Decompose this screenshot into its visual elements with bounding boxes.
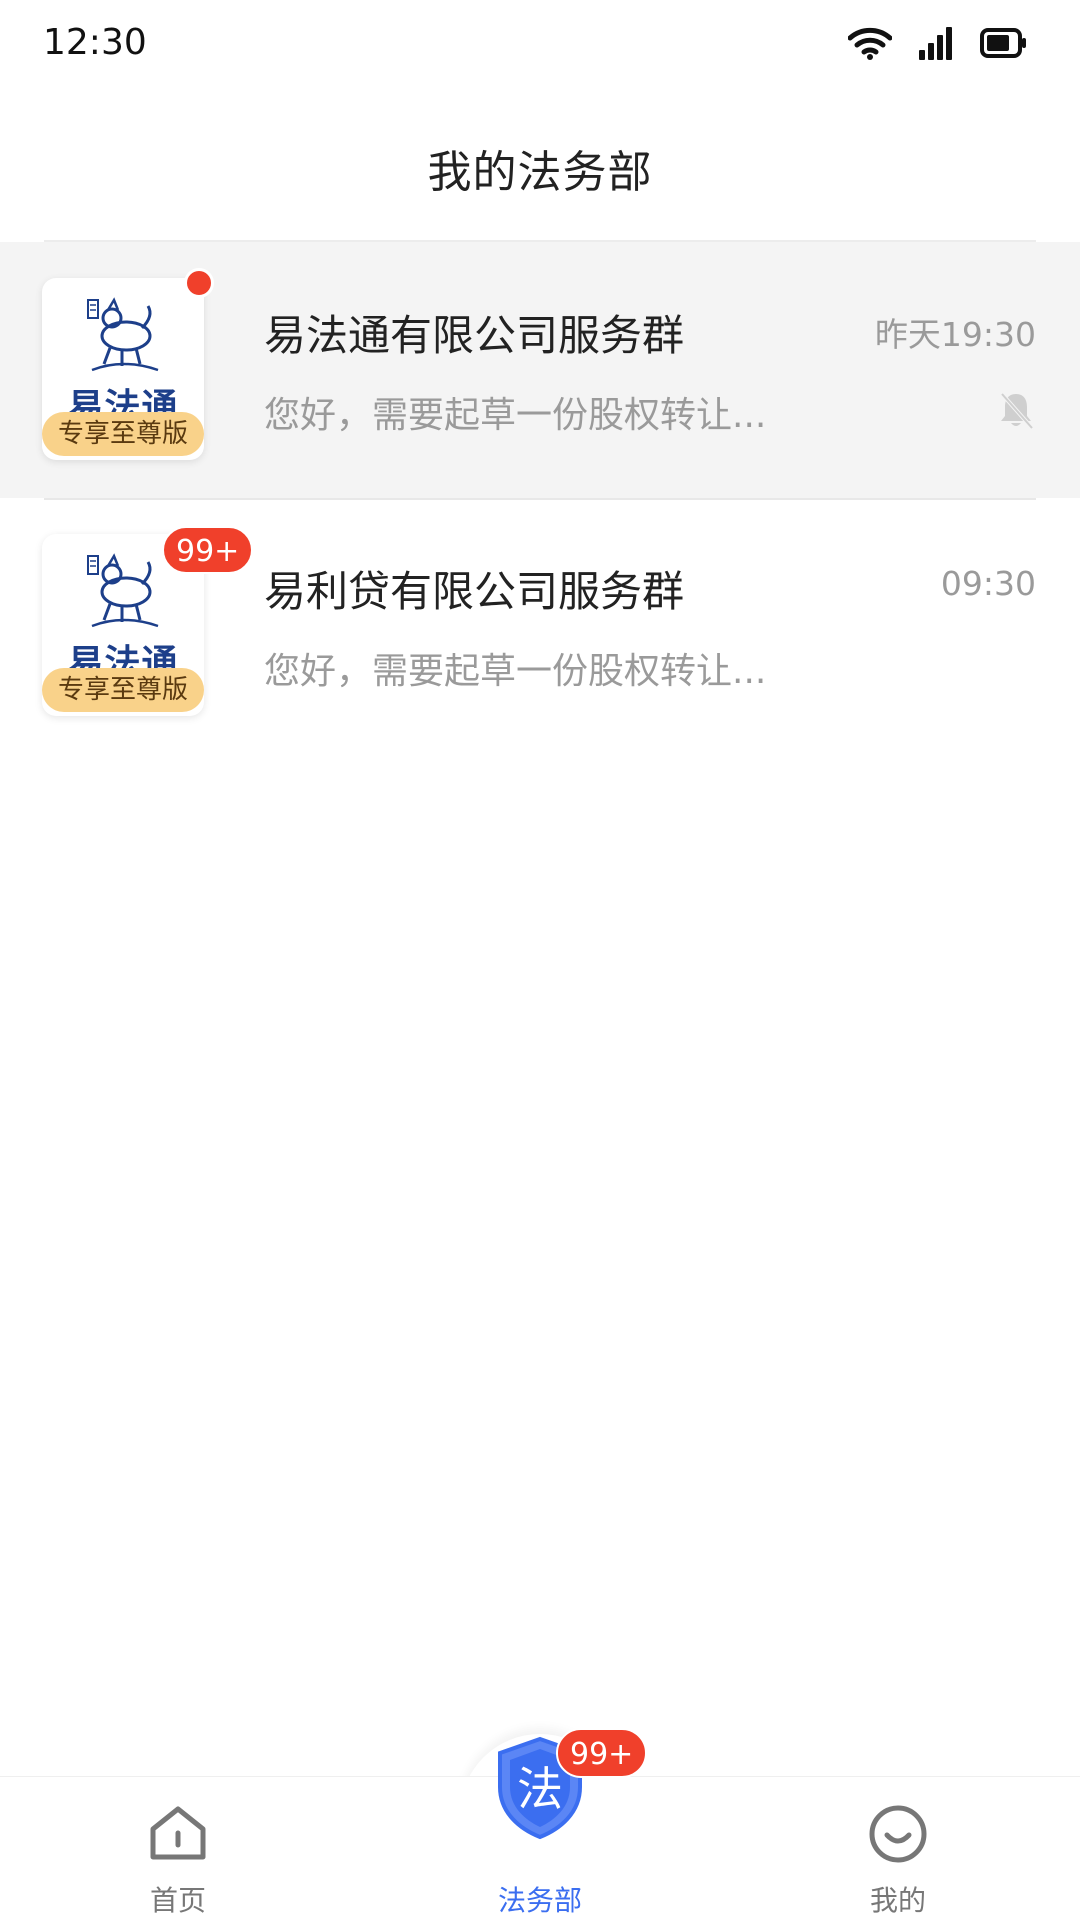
avatar-tag: 专享至尊版 [42, 412, 204, 456]
bell-off-icon [1000, 392, 1034, 430]
chat-preview: 您好，需要起草一份股权转让... [264, 395, 767, 436]
battery-icon [980, 28, 1026, 58]
unread-dot [184, 268, 214, 298]
page-title: 我的法务部 [427, 147, 653, 198]
avatar-box: 易法通 专享至尊版 [42, 278, 204, 460]
chat-list: 易法通 专享至尊版 易法通有限公司服务群 昨天19:30 您好，需要起草一份股权… [0, 242, 1080, 754]
shield-law-char: 法 [517, 1762, 563, 1816]
status-bar: 12:30 [0, 0, 1080, 96]
tab-label: 首页 [149, 1884, 206, 1917]
tab-label: 法务部 [497, 1884, 582, 1917]
chat-time: 09:30 [940, 564, 1036, 603]
smile-icon [798, 1803, 998, 1865]
chat-name: 易利贷有限公司服务群 [264, 567, 685, 616]
avatar: 易法通 专享至尊版 [42, 268, 214, 460]
tab-legal[interactable]: 法 法务部 [440, 1736, 640, 1920]
chat-time: 昨天19:30 [874, 315, 1036, 354]
chat-row[interactable]: 易法通 专享至尊版 99+ 易利贷有限公司服务群 09:30 您好，需要起草一份… [0, 498, 1080, 754]
header: 我的法务部 [0, 96, 1080, 240]
tabbar: 首页 法 法务部 我的 [0, 1736, 1080, 1920]
wifi-icon [848, 27, 892, 60]
tab-label: 我的 [869, 1884, 926, 1917]
status-time: 12:30 [43, 22, 147, 63]
brand-logo-icon [42, 288, 204, 384]
tab-me[interactable]: 我的 [798, 1777, 998, 1920]
avatar-tag: 专享至尊版 [42, 668, 204, 712]
tab-home[interactable]: 首页 [78, 1777, 278, 1920]
avatar: 易法通 专享至尊版 99+ [42, 526, 254, 716]
chat-row[interactable]: 易法通 专享至尊版 易法通有限公司服务群 昨天19:30 您好，需要起草一份股权… [0, 242, 1080, 500]
unread-badge: 99+ [162, 526, 254, 574]
chat-name: 易法通有限公司服务群 [264, 311, 685, 360]
status-icons [848, 26, 1028, 60]
home-icon [78, 1803, 278, 1863]
tab-badge: 99+ [556, 1728, 648, 1778]
signal-icon [919, 27, 952, 60]
chat-preview: 您好，需要起草一份股权转让... [264, 651, 767, 692]
